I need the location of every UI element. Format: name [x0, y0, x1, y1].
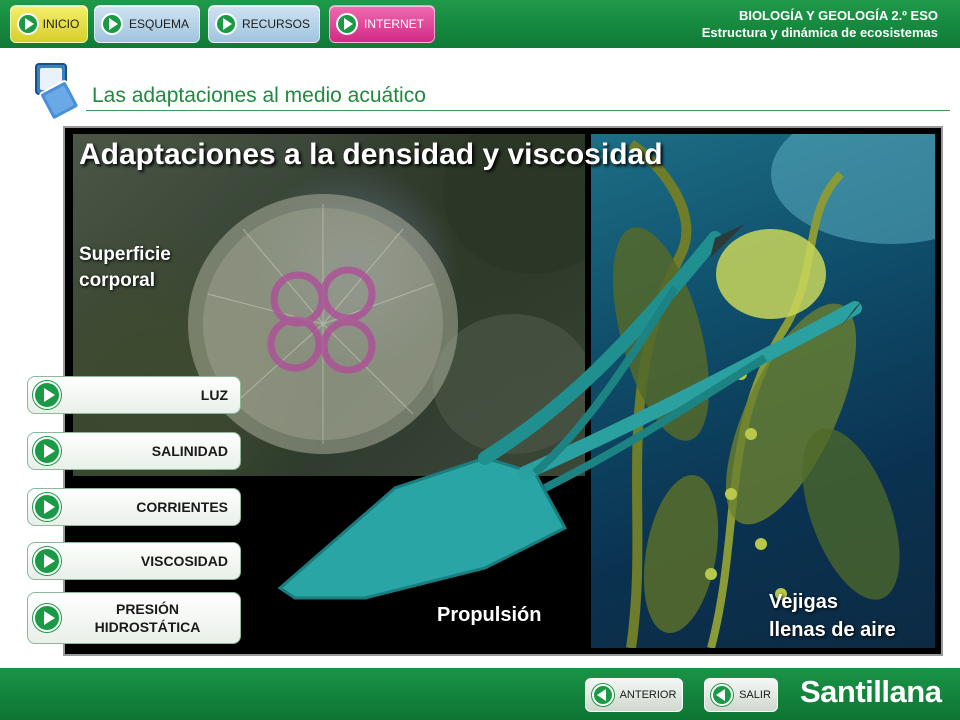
topic-label-line2: HIDROSTÁTICA [94, 619, 201, 635]
section-title: Las adaptaciones al medio acuático [92, 84, 426, 107]
play-icon [33, 604, 61, 632]
inicio-label: INICIO [42, 17, 80, 31]
play-icon [215, 13, 237, 35]
esquema-button[interactable]: ESQUEMA [94, 5, 200, 43]
topic-viscosidad-button[interactable]: VISCOSIDAD [27, 542, 241, 580]
esquema-label: ESQUEMA [128, 17, 189, 31]
play-icon [33, 493, 61, 521]
label-body-surface-line1: Superficie [79, 244, 171, 265]
jellyfish-illustration [73, 134, 585, 476]
course-heading: BIOLOGÍA Y GEOLOGÍA 2.º ESO Estructura y… [702, 7, 938, 41]
topic-label: SALINIDAD [151, 443, 228, 459]
section-divider [86, 110, 950, 111]
play-icon [17, 13, 39, 35]
topic-presion-hidrostatica-button[interactable]: PRESIÓN HIDROSTÁTICA [27, 592, 241, 644]
topic-luz-button[interactable]: LUZ [27, 376, 241, 414]
label-air-bladders-line1: Vejigas [769, 591, 838, 613]
play-icon [101, 13, 123, 35]
topic-label: VISCOSIDAD [140, 553, 228, 569]
recursos-button[interactable]: RECURSOS [208, 5, 320, 43]
topic-salinidad-button[interactable]: SALINIDAD [27, 432, 241, 470]
salir-label: SALIR [739, 689, 771, 701]
topic-label: CORRIENTES [136, 499, 228, 515]
kelp-photo [591, 134, 935, 648]
publisher-logo: Santillana [800, 674, 942, 709]
play-icon [33, 381, 61, 409]
stacked-windows-icon [35, 63, 80, 121]
play-icon [33, 547, 61, 575]
top-navigation-bar: INICIO ESQUEMA RECURSOS INTERNET BIOLOGÍ… [0, 0, 960, 48]
play-icon [336, 13, 358, 35]
panel-title: Adaptaciones a la densidad y viscosidad [79, 138, 663, 171]
inicio-button[interactable]: INICIO [10, 5, 88, 43]
jellyfish-photo [73, 134, 585, 476]
back-arrow-icon [711, 684, 733, 706]
salir-button[interactable]: SALIR [704, 678, 778, 712]
label-air-bladders-line2: llenas de aire [769, 619, 896, 641]
anterior-button[interactable]: ANTERIOR [585, 678, 683, 712]
label-propulsion: Propulsión [437, 604, 542, 626]
internet-button[interactable]: INTERNET [329, 5, 435, 43]
label-air-bladders: Vejigas llenas de aire [769, 588, 896, 644]
play-icon [33, 437, 61, 465]
topic-label: PRESIÓN HIDROSTÁTICA [61, 600, 240, 636]
kelp-illustration [613, 134, 935, 648]
topic-corrientes-button[interactable]: CORRIENTES [27, 488, 241, 526]
topic-label-line1: PRESIÓN [115, 601, 179, 617]
topic-label: LUZ [200, 387, 228, 403]
anterior-label: ANTERIOR [619, 689, 677, 701]
label-body-surface: Superficie corporal [79, 242, 171, 294]
course-unit: Estructura y dinámica de ecosistemas [701, 25, 938, 40]
course-subject: BIOLOGÍA Y GEOLOGÍA 2.º ESO [738, 8, 938, 23]
internet-label: INTERNET [364, 17, 424, 31]
back-arrow-icon [592, 684, 614, 706]
recursos-label: RECURSOS [241, 17, 310, 31]
label-body-surface-line2: corporal [79, 270, 156, 291]
